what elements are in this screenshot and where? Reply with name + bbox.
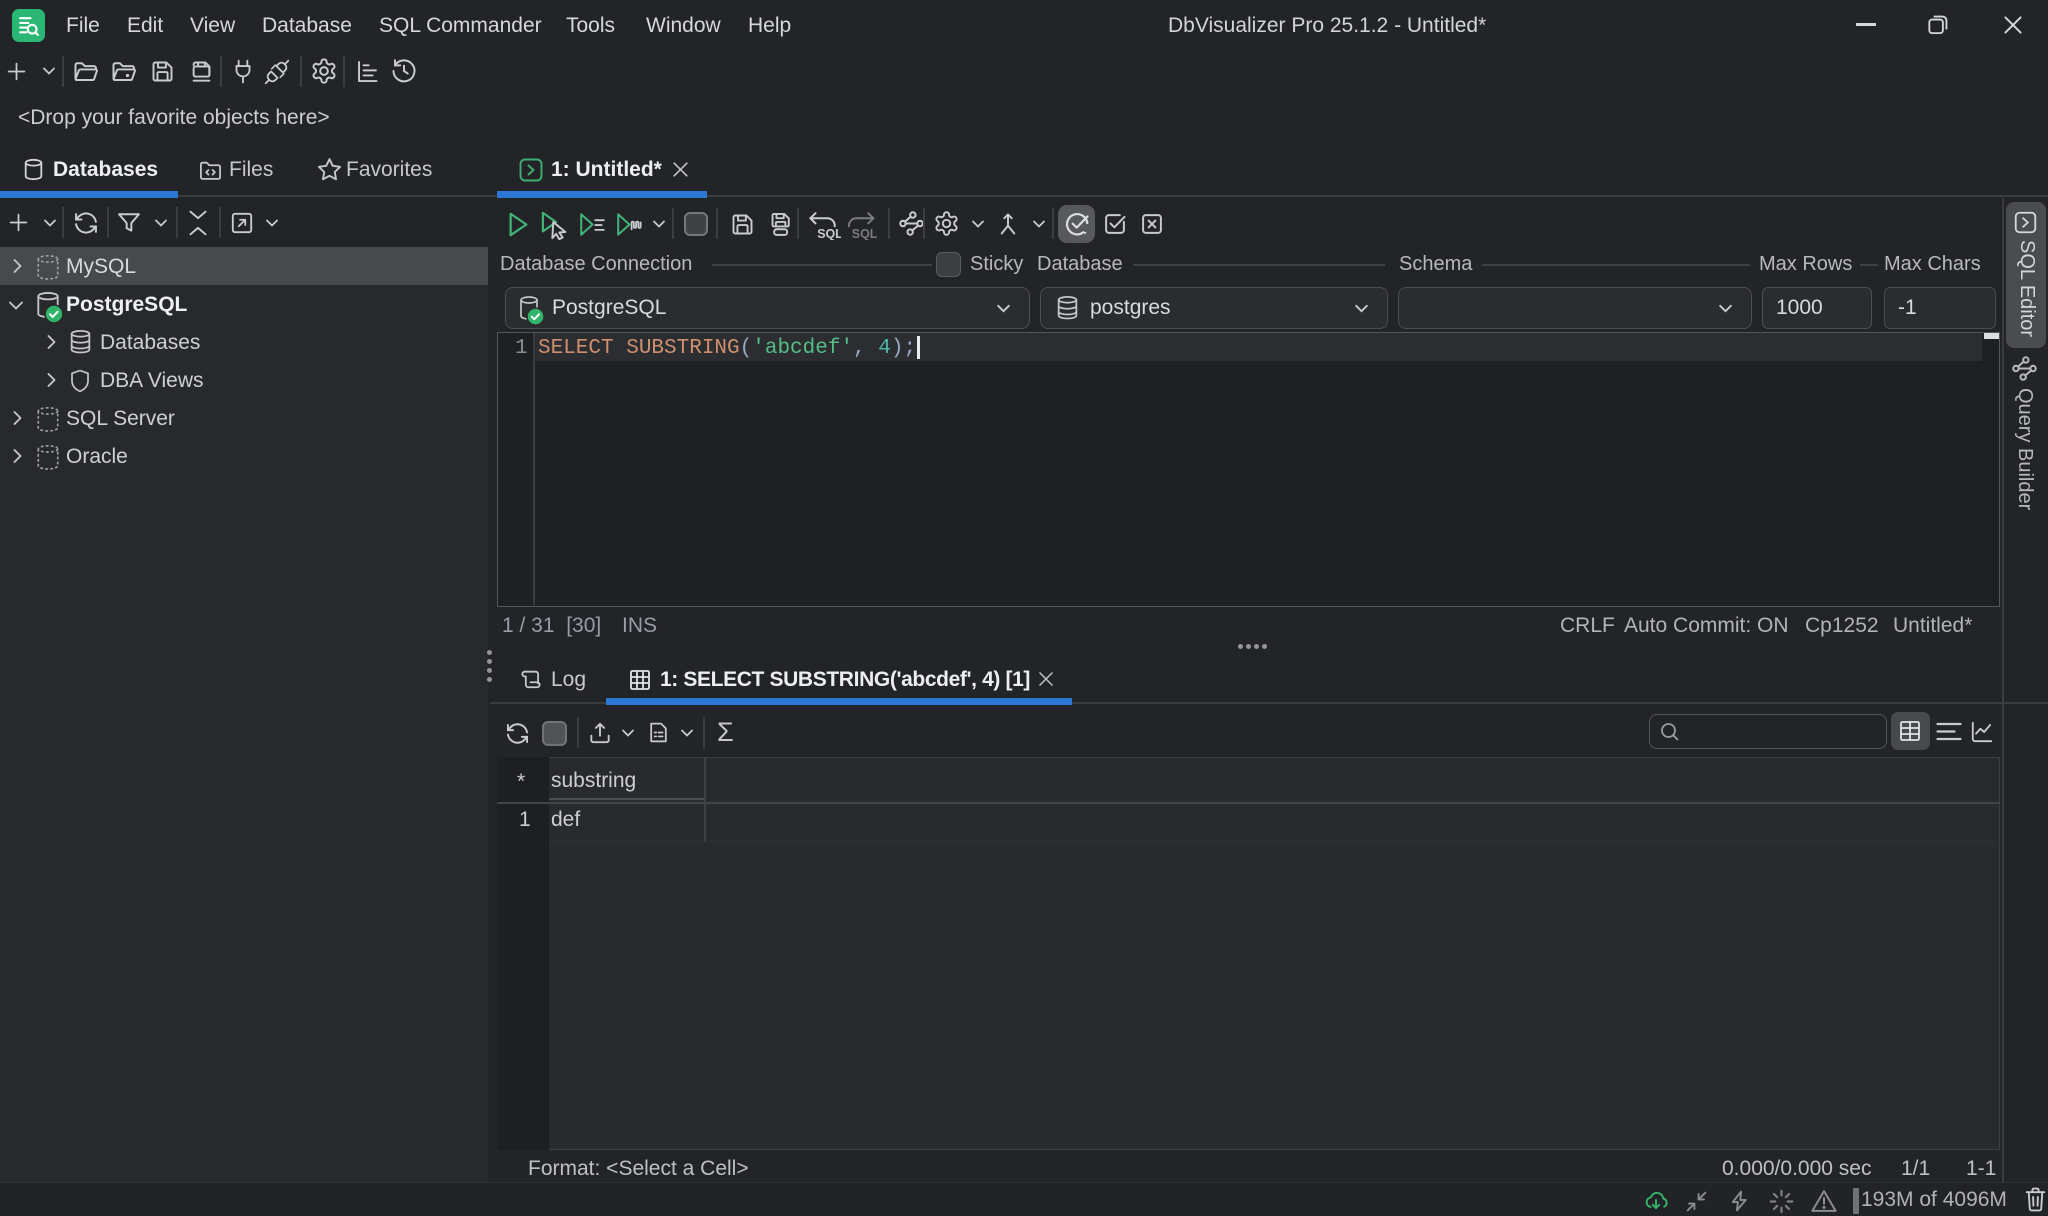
svg-text:SQL: SQL: [852, 227, 878, 240]
svg-text:SQL: SQL: [817, 227, 841, 240]
